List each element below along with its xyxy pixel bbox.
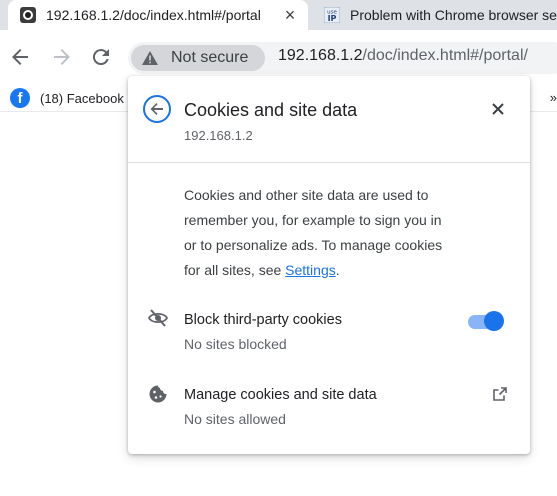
bookmarks-overflow-icon[interactable]: » (550, 90, 557, 105)
camera-favicon-icon (20, 7, 36, 23)
back-arrow-icon (150, 103, 163, 115)
url-host: 192.168.1.2 (278, 47, 363, 64)
description-line: remember you, for example to sign you in (184, 212, 442, 228)
open-in-new-icon[interactable] (492, 386, 508, 402)
useip-favicon-icon: use IP (324, 7, 340, 23)
divider (128, 162, 530, 163)
warning-triangle-icon (142, 51, 158, 65)
back-arrow-icon[interactable] (8, 45, 32, 69)
description-line: Cookies and other site data are used to (184, 187, 429, 203)
manage-cookies-title[interactable]: Manage cookies and site data (184, 387, 377, 403)
description: Cookies and other site data are used to … (184, 183, 484, 283)
manage-cookies-subtitle: No sites allowed (184, 411, 286, 427)
toggle-knob (484, 311, 504, 331)
url-text[interactable]: 192.168.1.2/doc/index.html#/portal/ (278, 47, 528, 65)
description-line: or to personalize ads. To manage cookies (184, 237, 443, 253)
eye-off-icon (148, 309, 168, 327)
block-cookies-title: Block third-party cookies (184, 312, 342, 328)
bookmark-label: (18) Facebook (40, 90, 124, 106)
popup-subtitle: 192.168.1.2 (184, 128, 253, 143)
useip-badge-bottom: IP (328, 14, 337, 23)
bookmark-facebook[interactable]: f (18) Facebook (10, 88, 124, 108)
facebook-icon: f (10, 88, 30, 108)
block-cookies-subtitle: No sites blocked (184, 336, 287, 352)
close-icon[interactable] (490, 101, 506, 117)
tab-title: Problem with Chrome browser set (350, 7, 557, 23)
block-cookies-toggle[interactable] (466, 311, 506, 331)
tab-active[interactable]: 192.168.1.2/doc/index.html#/portal × (8, 0, 308, 30)
url-path: /doc/index.html#/portal/ (362, 47, 528, 64)
tab-title: 192.168.1.2/doc/index.html#/portal (46, 7, 261, 23)
popup-title: Cookies and site data (184, 100, 358, 120)
reload-icon[interactable] (89, 45, 113, 69)
back-button[interactable] (143, 95, 171, 123)
security-chip[interactable]: Not secure (131, 45, 265, 71)
settings-link[interactable]: Settings (285, 262, 336, 278)
cookie-icon (149, 385, 167, 403)
tab-inactive[interactable]: use IP Problem with Chrome browser set (312, 0, 557, 30)
description-text: . (335, 262, 340, 278)
description-text: for all sites, see (184, 262, 286, 278)
forward-arrow-icon[interactable] (50, 45, 74, 69)
tab-close-icon[interactable]: × (282, 6, 298, 24)
cookies-popup: Cookies and site data 192.168.1.2 Cookie… (128, 76, 530, 454)
security-label: Not secure (171, 49, 249, 66)
description-line: for all sites, see Settings. (184, 258, 484, 283)
tab-strip: 192.168.1.2/doc/index.html#/portal × use… (0, 0, 557, 30)
